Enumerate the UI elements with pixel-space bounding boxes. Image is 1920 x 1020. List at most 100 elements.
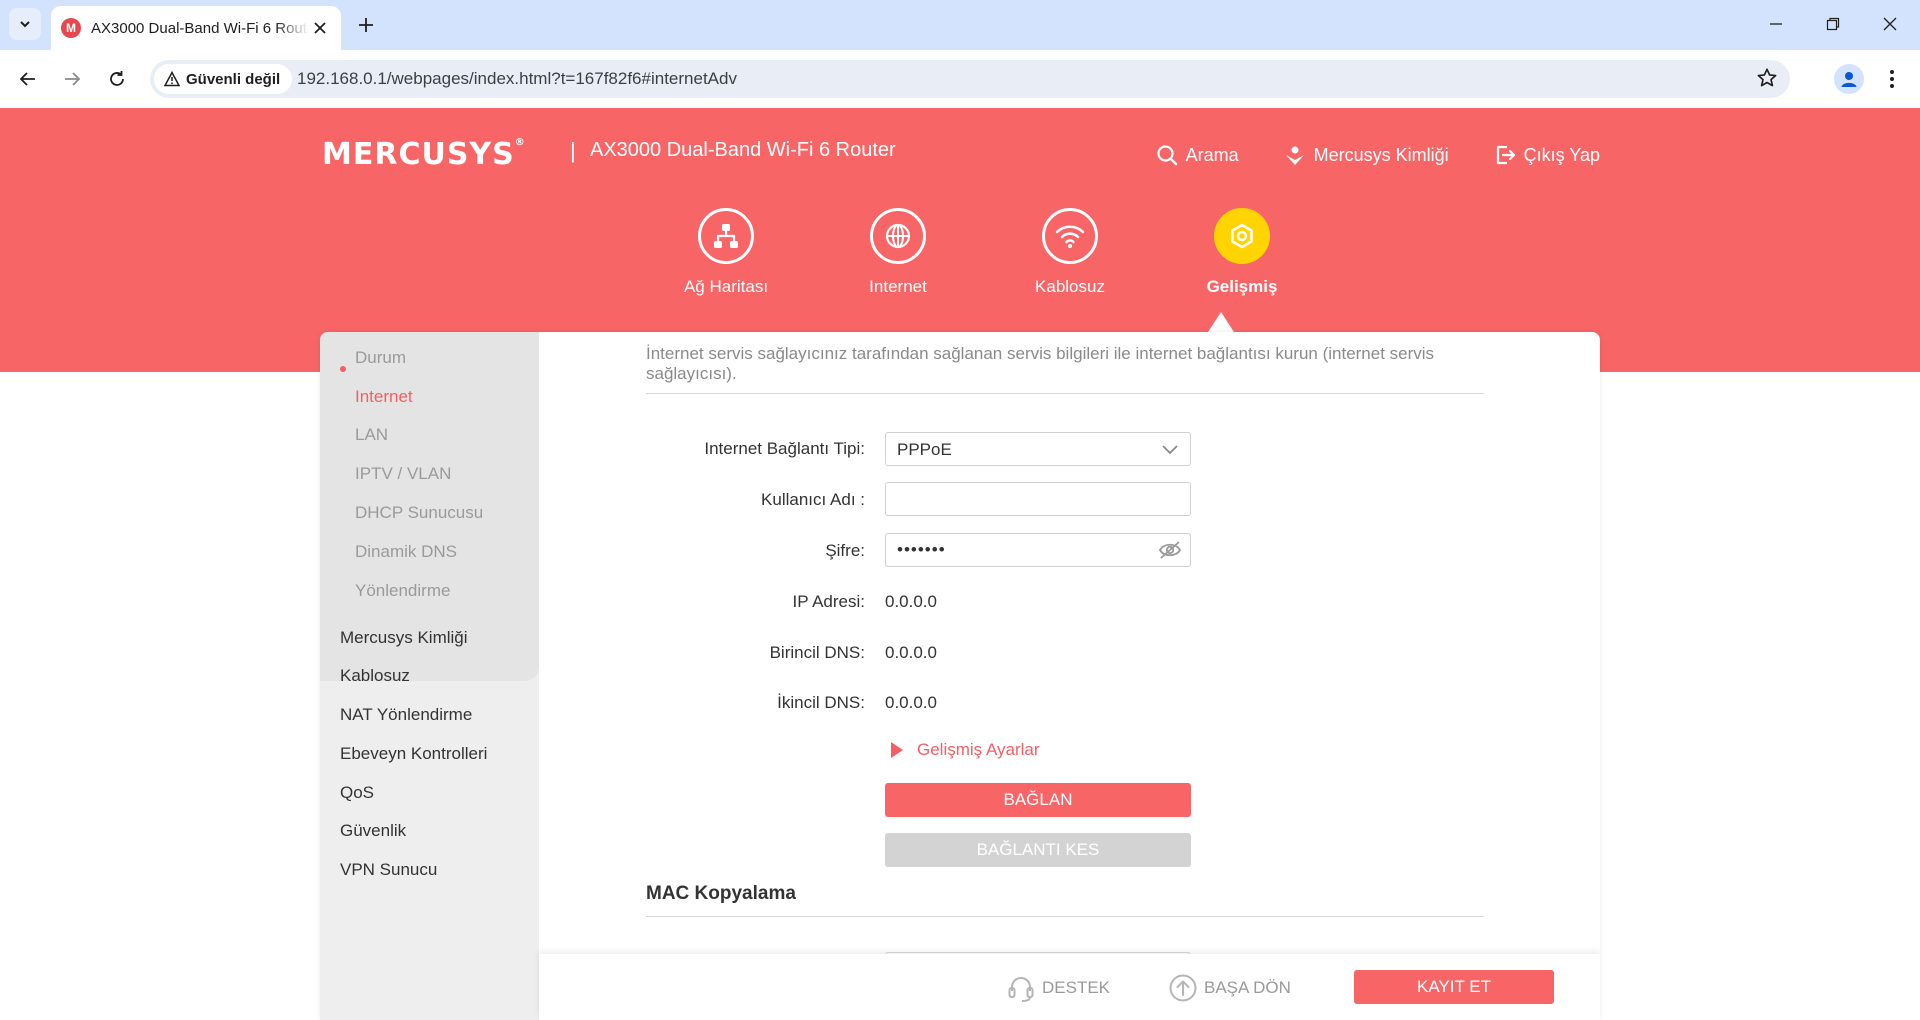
nav-advanced[interactable]: Gelişmiş [1156,208,1328,297]
submenu-item-iptv-vlan[interactable]: IPTV / VLAN [355,464,451,484]
forward-icon [65,72,81,86]
profile-icon [1841,72,1857,87]
password-label: Şifre: [825,541,865,560]
primary-dns-label: Birincil DNS: [769,643,865,662]
browser-tab-strip: M AX3000 Dual-Band Wi-Fi 6 Router [0,0,1920,50]
gear-icon [1231,223,1253,249]
sidebar: Durum Internet LAN IPTV / VLAN DHCP Sunu… [320,332,539,1020]
nav-advanced-label: Gelişmiş [1206,277,1278,296]
star-icon [1757,68,1777,87]
window-close-button[interactable] [1876,12,1904,36]
save-button[interactable]: KAYIT ET [1354,970,1554,1004]
submenu-item-routing[interactable]: Yönlendirme [355,581,450,601]
restore-icon [1826,17,1840,31]
submenu-item-dynamic-dns[interactable]: Dinamik DNS [355,542,457,562]
search-icon [1156,145,1177,166]
chevron-down-icon [1162,445,1178,455]
security-label: Güvenli değil [186,70,281,88]
sidebar-item-qos[interactable]: QoS [340,783,374,803]
ip-address-label: IP Adresi: [792,592,865,611]
forward-button[interactable] [58,65,86,93]
mac-clone-title: MAC Kopyalama [646,883,796,904]
more-vert-icon [1890,70,1894,88]
minimize-button[interactable] [1762,12,1790,36]
logo-registered-mark: ® [514,137,526,148]
wifi-icon [1055,225,1085,248]
browser-tab-active[interactable]: M AX3000 Dual-Band Wi-Fi 6 Router [51,6,341,50]
submenu-item-lan[interactable]: LAN [355,425,388,445]
mercusys-logo[interactable]: MERCUSYS® [322,137,526,172]
restore-button[interactable] [1819,12,1847,36]
back-to-top-link[interactable]: BAŞA DÖN [1168,973,1291,1003]
nav-internet-circle [870,208,926,264]
connect-button[interactable]: BAĞLAN [885,783,1191,817]
tab-close-button[interactable] [309,18,331,39]
back-button[interactable] [14,65,42,93]
plus-icon [359,18,373,32]
active-indicator-dot [340,366,346,372]
submenu-item-internet[interactable]: Internet [355,387,413,407]
page-description: İnternet servis sağlayıcınız tarafından … [646,344,1435,383]
header-links: Arama Mercusys Kimliği Çıkış Yap [1156,144,1600,166]
headset-icon [1008,977,1034,1002]
secondary-dns-label: İkincil DNS: [777,693,865,712]
logout-label: Çıkış Yap [1523,144,1600,165]
sidebar-item-wireless[interactable]: Kablosuz [340,666,410,686]
bookmark-button[interactable] [1756,67,1778,94]
search-link-label: Arama [1185,144,1239,165]
tab-title: AX3000 Dual-Band Wi-Fi 6 Router [91,19,310,37]
address-bar[interactable]: Güvenli değil 192.168.0.1/webpages/index… [150,60,1790,98]
sidebar-item-vpn-server[interactable]: VPN Sunucu [340,860,437,880]
password-input[interactable]: ••••••• [885,533,1191,567]
tab-search-button[interactable] [9,8,41,40]
close-icon [314,21,326,34]
reload-icon [110,71,124,86]
nav-network-map-label: Ağ Haritası [683,277,769,296]
divider [646,916,1484,917]
disconnect-button[interactable]: BAĞLANTI KES [885,833,1191,867]
back-to-top-label: BAŞA DÖN [1204,978,1291,997]
sidebar-item-security[interactable]: Güvenlik [340,821,406,841]
eye-slash-icon[interactable] [1158,540,1182,560]
network-map-icon [714,224,738,248]
reload-button[interactable] [103,65,131,93]
mercusys-id-link[interactable]: Mercusys Kimliği [1284,144,1449,166]
sidebar-item-parental-controls[interactable]: Ebeveyn Kontrolleri [340,744,487,764]
product-name: AX3000 Dual-Band Wi-Fi 6 Router [590,139,896,161]
submenu-item-dhcp-server[interactable]: DHCP Sunucusu [355,503,483,523]
nav-network-map[interactable]: Ağ Haritası [640,208,812,297]
security-chip[interactable]: Güvenli değil [154,64,293,94]
profile-button[interactable] [1834,64,1864,94]
username-input[interactable] [885,482,1191,516]
minimize-icon [1770,23,1782,25]
secondary-dns-value: 0.0.0.0 [885,693,937,712]
mercusys-id-label: Mercusys Kimliği [1313,144,1449,165]
support-link[interactable]: DESTEK [1006,973,1110,1003]
sidebar-item-mercusys-id[interactable]: Mercusys Kimliği [340,628,468,648]
sidebar-item-nat-forwarding[interactable]: NAT Yönlendirme [340,705,472,725]
main-nav: Ağ Haritası Internet Kablosuz Gelişmiş [640,208,1328,297]
divider [646,393,1484,394]
logo-text: MERCUSYS [322,137,515,172]
user-id-icon [1285,146,1304,165]
primary-dns-value: 0.0.0.0 [885,643,937,662]
logout-link[interactable]: Çıkış Yap [1494,144,1600,166]
password-value: ••••••• [897,540,946,559]
search-link[interactable]: Arama [1156,144,1239,166]
connection-type-value: PPPoE [897,440,952,459]
content-card: Durum Internet LAN IPTV / VLAN DHCP Sunu… [320,332,1600,1020]
new-tab-button[interactable] [352,11,380,39]
nav-wireless[interactable]: Kablosuz [984,208,1156,297]
globe-icon [885,223,911,249]
submenu-item-status[interactable]: Durum [355,348,406,368]
advanced-settings-toggle[interactable]: Gelişmiş Ayarlar [891,740,1040,760]
active-nav-pointer [1208,312,1234,332]
back-icon [19,72,35,86]
support-label: DESTEK [1042,978,1111,997]
browser-toolbar: Güvenli değil 192.168.0.1/webpages/index… [0,50,1920,108]
connection-type-select[interactable]: PPPoE [885,432,1191,466]
nav-network-map-circle [698,208,754,264]
browser-menu-button[interactable] [1880,64,1904,94]
internet-settings-panel: İnternet servis sağlayıcınız tarafından … [539,332,1600,1020]
nav-internet[interactable]: Internet [812,208,984,297]
